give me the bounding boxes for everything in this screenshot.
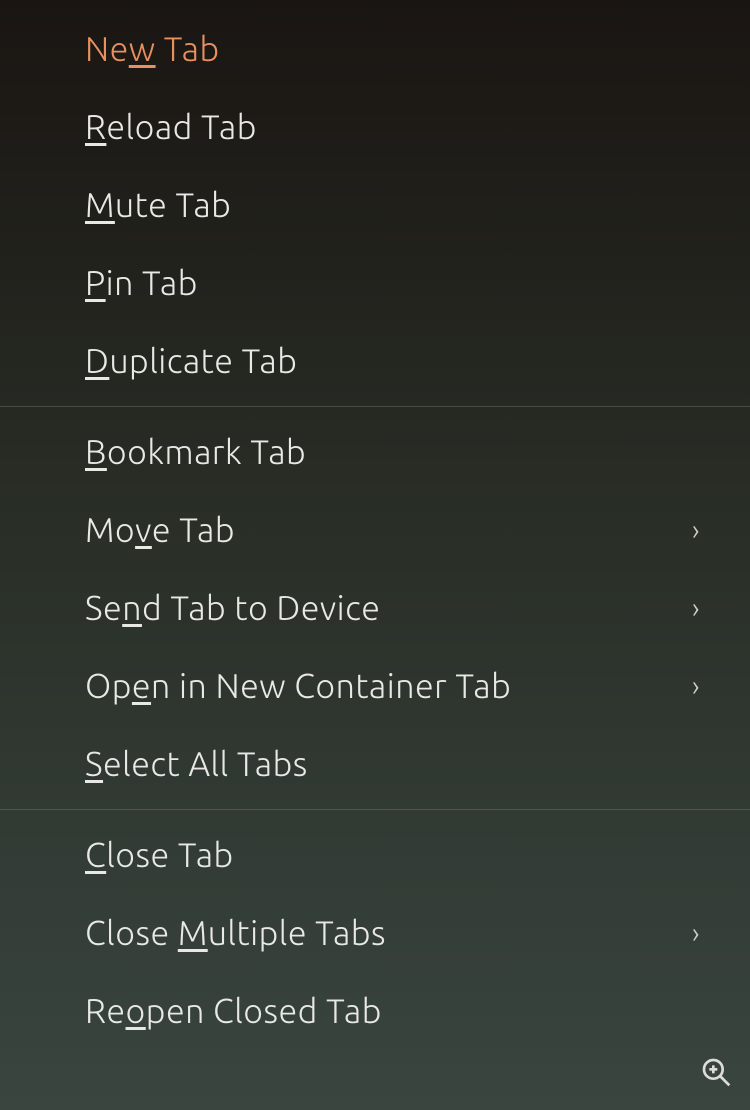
menu-item-close-tab[interactable]: Close Tab	[0, 816, 750, 894]
menu-item-label: Mute Tab	[85, 186, 231, 224]
menu-item-bookmark-tab[interactable]: Bookmark Tab	[0, 413, 750, 491]
menu-item-label: Reload Tab	[85, 108, 257, 146]
menu-item-mute-tab[interactable]: Mute Tab	[0, 166, 750, 244]
chevron-right-icon: ›	[692, 515, 700, 546]
menu-item-label: Reopen Closed Tab	[85, 992, 382, 1030]
menu-item-duplicate-tab[interactable]: Duplicate Tab	[0, 322, 750, 400]
menu-separator	[0, 406, 750, 407]
menu-item-send-tab-to-device[interactable]: Send Tab to Device ›	[0, 569, 750, 647]
menu-item-label: Send Tab to Device	[85, 589, 380, 627]
menu-item-close-multiple-tabs[interactable]: Close Multiple Tabs ›	[0, 894, 750, 972]
tab-context-menu: New Tab Reload Tab Mute Tab Pin Tab Dupl…	[0, 0, 750, 1110]
chevron-right-icon: ›	[692, 593, 700, 624]
menu-item-label: Move Tab	[85, 511, 235, 549]
menu-separator	[0, 809, 750, 810]
chevron-right-icon: ›	[692, 671, 700, 702]
menu-item-label: Select All Tabs	[85, 745, 308, 783]
menu-item-move-tab[interactable]: Move Tab ›	[0, 491, 750, 569]
zoom-in-icon[interactable]	[700, 1056, 732, 1092]
menu-item-label: New Tab	[85, 30, 220, 68]
menu-item-reload-tab[interactable]: Reload Tab	[0, 88, 750, 166]
menu-item-open-in-new-container-tab[interactable]: Open in New Container Tab ›	[0, 647, 750, 725]
menu-item-new-tab[interactable]: New Tab	[0, 10, 750, 88]
menu-item-label: Close Tab	[85, 836, 234, 874]
chevron-right-icon: ›	[692, 918, 700, 949]
menu-item-label: Close Multiple Tabs	[85, 914, 386, 952]
menu-item-reopen-closed-tab[interactable]: Reopen Closed Tab	[0, 972, 750, 1050]
menu-item-label: Duplicate Tab	[85, 342, 297, 380]
menu-item-select-all-tabs[interactable]: Select All Tabs	[0, 725, 750, 803]
menu-item-label: Pin Tab	[85, 264, 198, 302]
menu-item-label: Bookmark Tab	[85, 433, 306, 471]
menu-item-label: Open in New Container Tab	[85, 667, 511, 705]
menu-item-pin-tab[interactable]: Pin Tab	[0, 244, 750, 322]
